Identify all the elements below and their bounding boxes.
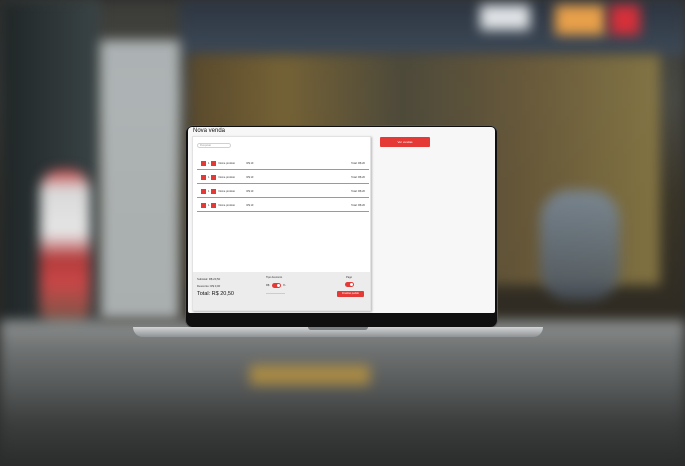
finish-order-button[interactable]: Finalizar pedido <box>337 291 364 297</box>
item-total: Total: R$ 20 <box>351 175 365 179</box>
item-name: Nome produto <box>218 189 235 193</box>
item-quantity: 1 <box>208 189 210 193</box>
discount-type-label: Tipo desconto <box>266 276 283 279</box>
minus-icon[interactable] <box>201 202 206 208</box>
cart-row: 1 Nome produto R$ 10 Total: R$ 20 <box>197 171 369 184</box>
item-total: Total: R$ 20 <box>351 189 365 193</box>
minus-icon[interactable] <box>201 160 206 166</box>
item-name: Nome produto <box>218 175 235 179</box>
item-price: R$ 10 <box>246 203 254 207</box>
item-price: R$ 10 <box>246 175 254 179</box>
discount-type-toggle[interactable] <box>272 283 281 288</box>
percent-label: % <box>283 284 286 287</box>
total-text: Total: R$ 20,50 <box>197 291 234 297</box>
item-quantity: 1 <box>208 161 210 165</box>
item-price: R$ 10 <box>246 161 254 165</box>
laptop-notch <box>308 327 368 330</box>
subtotal-text: Subtotal: R$ 20,50 <box>197 277 221 281</box>
item-quantity: 1 <box>208 175 210 179</box>
item-total: Total: R$ 20 <box>351 203 365 207</box>
cart-list: 1 Nome produto R$ 10 Total: R$ 20 1 Nome… <box>197 157 369 213</box>
view-sales-button[interactable]: Ver vendas <box>380 137 430 147</box>
item-name: Nome produto <box>218 203 235 207</box>
item-name: Nome produto <box>218 161 235 165</box>
plus-icon[interactable] <box>211 188 217 194</box>
item-quantity: 1 <box>208 203 210 207</box>
cart-row: 1 Nome produto R$ 10 Total: R$ 20 <box>197 157 369 170</box>
minus-icon[interactable] <box>201 188 206 194</box>
plus-icon[interactable] <box>211 160 217 166</box>
currency-label: R$ <box>266 284 270 287</box>
cart-panel: Pesquisar 1 Nome produto R$ 10 Total: R$… <box>192 136 371 311</box>
order-summary: Subtotal: R$ 20,50 Desconto: R$ 0,00 Tot… <box>193 272 370 310</box>
discount-value-input[interactable] <box>266 291 285 294</box>
cart-row: 1 Nome produto R$ 10 Total: R$ 20 <box>197 199 369 212</box>
plus-icon[interactable] <box>211 174 217 180</box>
item-price: R$ 10 <box>246 189 254 193</box>
minus-icon[interactable] <box>201 174 206 180</box>
plus-icon[interactable] <box>211 202 217 208</box>
cart-row: 1 Nome produto R$ 10 Total: R$ 20 <box>197 185 369 198</box>
page-title: Nova venda <box>193 128 226 134</box>
item-total: Total: R$ 20 <box>351 161 365 165</box>
laptop-screen: Nova venda Pesquisar 1 Nome produto R$ 1… <box>188 127 495 313</box>
paid-toggle[interactable] <box>345 282 354 287</box>
discount-text: Desconto: R$ 0,00 <box>197 284 221 288</box>
paid-label: Pago <box>346 276 353 279</box>
search-input[interactable]: Pesquisar <box>197 143 231 148</box>
